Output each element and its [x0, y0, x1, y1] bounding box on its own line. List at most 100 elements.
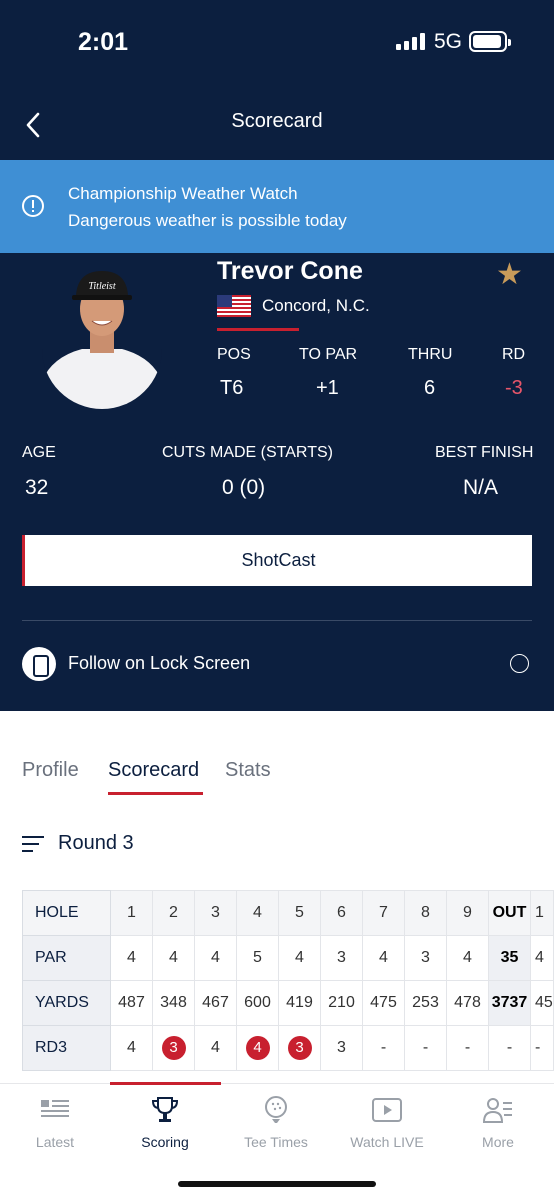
stat-label-to-par: TO PAR: [299, 346, 358, 363]
nav-latest[interactable]: Latest: [0, 1094, 110, 1150]
score-cell: 3: [152, 1025, 195, 1071]
score-cell: -: [530, 1025, 554, 1071]
birdie-badge: 4: [245, 1036, 270, 1060]
row-header: PAR: [22, 935, 111, 981]
par-cell: 4: [152, 935, 195, 981]
birdie-badge: 3: [161, 1036, 186, 1060]
hole-cell: 7: [362, 890, 405, 936]
info-icon: [22, 195, 44, 217]
usa-flag-icon: [217, 295, 251, 317]
follow-lock-screen-radio[interactable]: [510, 654, 529, 673]
yards-cell: 478: [446, 980, 489, 1026]
battery-icon: [469, 31, 511, 52]
nav-label: Latest: [35, 1134, 75, 1150]
yards-cell: 348: [152, 980, 195, 1026]
hole-cell: 5: [278, 890, 321, 936]
score-cell: -: [362, 1025, 405, 1071]
par-row: PAR 4 4 4 5 4 3 4 3 4 35 4: [22, 935, 554, 981]
par-cell: 3: [320, 935, 363, 981]
favorite-star-icon[interactable]: ★: [496, 257, 523, 292]
yards-cell: 210: [320, 980, 363, 1026]
network-type: 5G: [434, 30, 463, 53]
out-cell: 3737: [488, 980, 531, 1026]
yards-cell: 600: [236, 980, 279, 1026]
score-cell: 3: [320, 1025, 363, 1071]
play-icon: [332, 1094, 442, 1126]
par-cell: 4: [362, 935, 405, 981]
phone-icon: [22, 647, 56, 681]
stat-label-rd: RD: [502, 346, 526, 363]
score-cell: 3: [278, 1025, 321, 1071]
hole-cell: 6: [320, 890, 363, 936]
age-value: 32: [25, 476, 49, 499]
stat-label-thru: THRU: [408, 346, 453, 363]
player-name: Trevor Cone: [217, 257, 363, 285]
out-cell: -: [488, 1025, 531, 1071]
active-tab-indicator: [108, 792, 203, 795]
follow-lock-screen-label: Follow on Lock Screen: [68, 653, 251, 673]
scorecard-table: HOLE 1 2 3 4 5 6 7 8 9 OUT 1 PAR 4 4 4 5…: [22, 890, 554, 1071]
stat-value-rd: -3: [505, 377, 523, 399]
hole-cell: 1: [110, 890, 153, 936]
stat-value-to-par: +1: [316, 377, 339, 399]
app-header: Scorecard: [0, 90, 554, 160]
hole-row: HOLE 1 2 3 4 5 6 7 8 9 OUT 1: [22, 890, 554, 936]
nav-label: Scoring: [141, 1134, 189, 1150]
score-cell: 4: [194, 1025, 237, 1071]
yards-cell: 253: [404, 980, 447, 1026]
nav-label: Tee Times: [244, 1134, 308, 1150]
player-header: Titleist Trevor Cone ★ Concord, N.C. POS…: [0, 253, 554, 711]
best-finish-value: N/A: [463, 476, 499, 499]
menu-lines-icon: [22, 836, 44, 852]
row-header: HOLE: [22, 890, 111, 936]
tab-profile[interactable]: Profile: [22, 759, 79, 782]
tab-scorecard[interactable]: Scorecard: [108, 759, 199, 782]
accent-underline: [217, 328, 299, 331]
par-cell: 4: [110, 935, 153, 981]
hole-cell: 1: [530, 890, 554, 936]
par-cell: 5: [236, 935, 279, 981]
stat-value-thru: 6: [424, 377, 436, 399]
page-title: Scorecard: [231, 110, 323, 132]
nav-more[interactable]: More: [443, 1094, 553, 1150]
profile-tabs: Profile Scorecard Stats: [0, 755, 554, 800]
par-cell: 4: [194, 935, 237, 981]
player-avatar: Titleist: [42, 261, 162, 409]
golf-ball-icon: [221, 1094, 331, 1126]
row-header: RD3: [22, 1025, 111, 1071]
tab-stats[interactable]: Stats: [225, 759, 271, 782]
yards-cell: 45: [530, 980, 554, 1026]
svg-text:Titleist: Titleist: [88, 281, 115, 292]
score-cell: -: [446, 1025, 489, 1071]
alert-title: Championship Weather Watch: [68, 184, 298, 203]
yards-cell: 487: [110, 980, 153, 1026]
par-cell: 4: [530, 935, 554, 981]
score-cell: -: [404, 1025, 447, 1071]
nav-scoring[interactable]: Scoring: [110, 1094, 220, 1150]
trophy-icon: [110, 1094, 220, 1126]
round-label: Round 3: [58, 832, 134, 854]
hole-cell: 9: [446, 890, 489, 936]
profile-list-icon: [443, 1094, 553, 1126]
active-nav-indicator: [110, 1082, 221, 1085]
yards-cell: 419: [278, 980, 321, 1026]
rd3-row: RD3 4 3 4 4 3 3 - - - - -: [22, 1025, 554, 1071]
par-cell: 3: [404, 935, 447, 981]
nav-tee-times[interactable]: Tee Times: [221, 1094, 331, 1150]
yards-cell: 475: [362, 980, 405, 1026]
score-cell: 4: [110, 1025, 153, 1071]
weather-alert-banner[interactable]: Championship Weather Watch Dangerous wea…: [0, 160, 554, 253]
cuts-value: 0 (0): [222, 476, 266, 499]
row-header: YARDS: [22, 980, 111, 1026]
home-indicator: [178, 1181, 376, 1187]
birdie-badge: 3: [287, 1036, 312, 1060]
player-location: Concord, N.C.: [262, 296, 370, 315]
hole-cell: 4: [236, 890, 279, 936]
nav-watch-live[interactable]: Watch LIVE: [332, 1094, 442, 1150]
out-cell: OUT: [488, 890, 531, 936]
divider: [22, 620, 532, 621]
hole-cell: 3: [194, 890, 237, 936]
hole-cell: 8: [404, 890, 447, 936]
shotcast-button[interactable]: ShotCast: [22, 535, 532, 586]
status-bar: 2:01 5G: [0, 0, 554, 90]
